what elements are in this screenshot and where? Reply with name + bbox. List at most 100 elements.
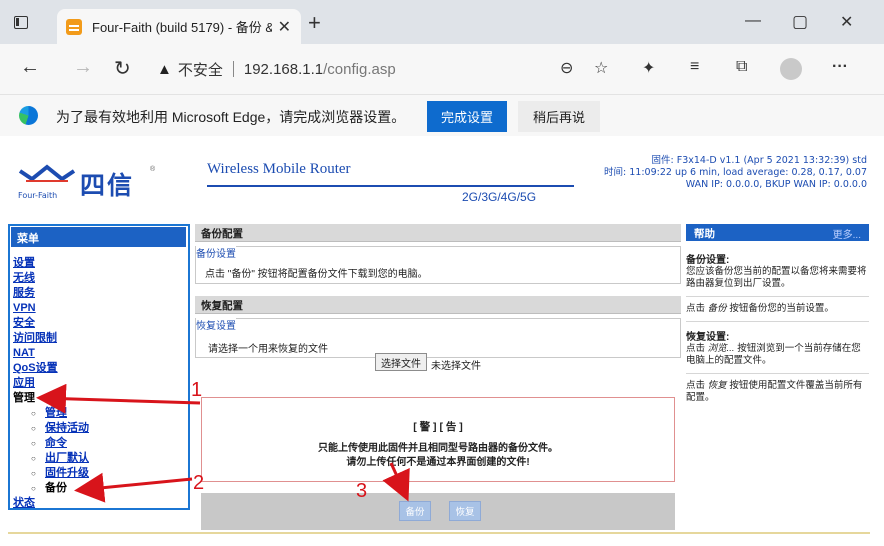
- sidebar-menu: 菜单 设置 无线 服务 VPN 安全 访问限制 NAT QoS设置 应用 管理 …: [8, 224, 190, 510]
- menu-item-access-restrictions[interactable]: 访问限制: [13, 331, 89, 346]
- menu-item-nat[interactable]: NAT: [13, 346, 89, 361]
- annotation-step-2: 2: [193, 472, 205, 494]
- url-path: /config.asp: [323, 60, 396, 78]
- backup-description: 点击 "备份" 按钮将配置备份文件下载到您的电脑。: [205, 269, 428, 280]
- help-backup-click-post: 按钮备份您的当前设置。: [729, 303, 834, 314]
- help-header: 帮助 更多...: [686, 224, 869, 241]
- admin-submenu: 管理 保持活动 命令 出厂默认 固件升级 备份: [13, 406, 89, 496]
- restore-fieldset: 恢复设置 请选择一个用来恢复的文件: [195, 317, 681, 358]
- edge-setup-infobar: 为了最有效地利用 Microsoft Edge，请完成浏览器设置。 完成设置 稍…: [0, 94, 884, 136]
- back-icon[interactable]: ←: [20, 56, 40, 79]
- window-close-icon[interactable]: ✕: [840, 12, 853, 32]
- menu-item-services[interactable]: 服务: [13, 286, 89, 301]
- brand-chinese: 四信: [80, 171, 135, 200]
- action-button-bar: 备份 恢复: [201, 493, 675, 530]
- profile-avatar[interactable]: [780, 58, 802, 80]
- brand-english: Four-Faith: [18, 191, 58, 200]
- help-restore-title: 恢复设置:: [686, 332, 730, 343]
- submenu-keep-alive[interactable]: 保持活动: [45, 421, 89, 436]
- restore-description: 请选择一个用来恢复的文件: [208, 344, 328, 355]
- wan-info: WAN IP: 0.0.0.0, BKUP WAN IP: 0.0.0.0: [685, 179, 867, 190]
- zoom-icon[interactable]: ⊖: [560, 58, 573, 78]
- address-field[interactable]: ▲ 不安全 192.168.1.1/config.asp: [145, 52, 665, 86]
- new-tab-icon[interactable]: +: [308, 10, 321, 36]
- collections-icon[interactable]: ⧉: [736, 58, 747, 76]
- edge-logo-icon: [19, 106, 38, 125]
- warning-line-1: 只能上传使用此固件并且相同型号路由器的备份文件。: [318, 443, 558, 454]
- tab-actions-icon[interactable]: [14, 16, 28, 29]
- more-icon[interactable]: ···: [832, 58, 848, 76]
- submenu-commands[interactable]: 命令: [45, 436, 89, 451]
- address-separator: [232, 61, 234, 77]
- menu-item-status[interactable]: 状态: [13, 496, 89, 511]
- address-bar-row: ← → ↻ ▲ 不安全 192.168.1.1/config.asp ⊖ ☆ ✦…: [0, 44, 884, 94]
- four-faith-logo-icon: [18, 164, 76, 182]
- browser-tab-active[interactable]: Four-Faith (build 5179) - 备份 & ✕: [57, 9, 301, 44]
- tab-title: Four-Faith (build 5179) - 备份 &: [92, 20, 272, 35]
- help-restore-click-em: 恢复: [707, 380, 727, 391]
- product-title: Wireless Mobile Router: [207, 161, 351, 177]
- restore-button[interactable]: 恢复: [449, 501, 481, 521]
- tab-close-icon[interactable]: ✕: [278, 17, 291, 37]
- help-restore-block: 恢复设置: 点击 浏览... 按钮浏览到一个当前存储在您电脑上的配置文件。: [686, 321, 869, 367]
- help-restore-text: 点击 浏览... 按钮浏览到一个当前存储在您电脑上的配置文件。: [686, 343, 869, 367]
- submenu-item: 出厂默认: [31, 451, 89, 466]
- submenu-factory-defaults[interactable]: 出厂默认: [45, 451, 89, 466]
- forward-icon: →: [73, 56, 93, 78]
- add-favorite-icon[interactable]: ☆: [594, 58, 608, 78]
- menu-item-applications[interactable]: 应用: [13, 376, 89, 391]
- insecure-label[interactable]: 不安全: [178, 59, 223, 80]
- window-maximize-icon[interactable]: ▢: [792, 12, 808, 32]
- help-backup-title: 备份设置:: [686, 255, 730, 266]
- extensions-icon[interactable]: ✦: [642, 58, 655, 78]
- menu-item-administration: 管理: [13, 392, 35, 404]
- menu-item-security[interactable]: 安全: [13, 316, 89, 331]
- menu-item-setup[interactable]: 设置: [13, 256, 89, 271]
- refresh-icon[interactable]: ↻: [114, 56, 131, 81]
- help-backup-click-em: 备份: [707, 303, 727, 314]
- help-restore-pre: 点击: [686, 343, 706, 354]
- help-backup-text: 您应该备份您当前的配置以备您将来需要将路由器复位到出厂设置。: [686, 266, 867, 289]
- submenu-item: 命令: [31, 436, 89, 451]
- backup-button[interactable]: 备份: [399, 501, 431, 521]
- restore-section-header: 恢复配置: [195, 296, 681, 314]
- main-content: 备份配置 备份设置 点击 "备份" 按钮将配置备份文件下载到您的电脑。 恢复配置…: [195, 224, 681, 530]
- later-button[interactable]: 稍后再说: [518, 101, 600, 132]
- annotation-step-3: 3: [356, 480, 368, 502]
- submenu-item: 备份: [31, 481, 89, 496]
- warning-triangle-icon[interactable]: ▲: [157, 61, 172, 78]
- annotation-step-1: 1: [191, 379, 203, 401]
- sidebar-header: 菜单: [11, 227, 186, 247]
- router-header: Four-Faith 四信 ® Wireless Mobile Router 2…: [0, 136, 884, 218]
- system-info: 固件: F3x14-D v1.1 (Apr 5 2021 13:32:39) s…: [604, 155, 867, 191]
- menu-item-wireless[interactable]: 无线: [13, 271, 89, 286]
- submenu-item: 保持活动: [31, 421, 89, 436]
- submenu-item: 管理: [31, 406, 89, 421]
- backup-fieldset: 备份设置 点击 "备份" 按钮将配置备份文件下载到您的电脑。: [195, 245, 681, 284]
- backup-section-header: 备份配置: [195, 224, 681, 242]
- help-title: 帮助: [694, 228, 715, 240]
- no-file-label: 未选择文件: [431, 361, 481, 372]
- menu-item-qos[interactable]: QoS设置: [13, 361, 89, 376]
- window-minimize-icon[interactable]: —: [745, 12, 761, 30]
- submenu-firmware-upgrade[interactable]: 固件升级: [45, 466, 89, 481]
- menu-item-vpn[interactable]: VPN: [13, 301, 89, 316]
- url-host: 192.168.1.1: [243, 60, 324, 78]
- registered-mark: ®: [150, 166, 156, 173]
- menu-list: 设置 无线 服务 VPN 安全 访问限制 NAT QoS设置 应用 管理 管理 …: [13, 256, 89, 511]
- favorites-icon[interactable]: ≡: [690, 58, 699, 76]
- restore-legend: 恢复设置: [196, 317, 236, 332]
- submenu-item: 固件升级: [31, 466, 89, 481]
- help-backup-click-pre: 点击: [686, 303, 706, 314]
- complete-setup-button[interactable]: 完成设置: [427, 101, 507, 132]
- choose-file-button[interactable]: 选择文件: [375, 353, 427, 371]
- submenu-management[interactable]: 管理: [45, 406, 89, 421]
- url-text[interactable]: 192.168.1.1/config.asp: [244, 61, 396, 78]
- backup-legend: 备份设置: [196, 245, 236, 260]
- help-more-link[interactable]: 更多...: [833, 226, 861, 241]
- footer-divider: [8, 532, 870, 534]
- uptime-info: 时间: 11:09:22 up 6 min, load average: 0.2…: [604, 167, 867, 178]
- browser-tab-bar: Four-Faith (build 5179) - 备份 & ✕ + — ▢ ✕: [0, 0, 884, 44]
- help-restore-click: 点击 恢复 按钮使用配置文件覆盖当前所有配置。: [686, 373, 869, 404]
- warning-line-2: 请勿上传任何不是通过本界面创建的文件!: [346, 457, 530, 468]
